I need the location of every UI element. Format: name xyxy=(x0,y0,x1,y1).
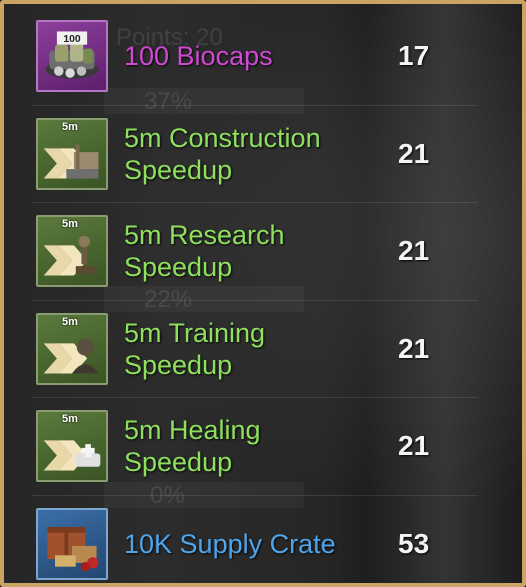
reward-count: 21 xyxy=(398,332,430,364)
biocaps-icon-badge: 100 xyxy=(63,34,81,45)
reward-row-construction-speedup[interactable]: 5m 5m Construction Speedup 21 xyxy=(32,106,478,203)
reward-row-healing-speedup[interactable]: 5m 5m Healing Speedup 21 xyxy=(32,398,478,496)
reward-count: 21 xyxy=(398,235,430,267)
supply-crate-icon xyxy=(36,508,108,581)
construction-speedup-icon: 5m xyxy=(36,117,108,190)
icon-badge: 5m xyxy=(62,120,78,133)
training-speedup-icon: 5m xyxy=(36,312,108,385)
reward-row-supply-crate[interactable]: 10K Supply Crate 53 xyxy=(32,496,478,584)
reward-count: 21 xyxy=(398,137,430,169)
biocaps-icon: 100 xyxy=(36,20,108,93)
reward-row-training-speedup[interactable]: 5m 5m Training Speedup 21 xyxy=(32,301,478,398)
reward-name: 100 Biocaps xyxy=(124,41,273,72)
reward-count: 53 xyxy=(398,528,430,560)
reward-name: 10K Supply Crate xyxy=(124,529,336,560)
reward-count: 21 xyxy=(398,430,430,462)
icon-badge: 5m xyxy=(62,218,78,231)
reward-name: 5m Healing Speedup xyxy=(124,415,261,478)
icon-badge: 5m xyxy=(62,413,78,426)
reward-row-research-speedup[interactable]: 5m 5m Research Speedup 21 xyxy=(32,203,478,301)
reward-name: 5m Construction Speedup xyxy=(124,122,321,185)
research-speedup-icon: 5m xyxy=(36,215,108,288)
reward-name: 5m Research Speedup xyxy=(124,220,285,283)
reward-list: 100 100 Biocaps 17 5m 5m Construction Sp… xyxy=(32,8,478,584)
reward-list-panel: Points: 20 37% 22% 0% 100 100 Biocaps 17… xyxy=(0,0,526,587)
healing-speedup-icon: 5m xyxy=(36,410,108,483)
reward-row-biocaps[interactable]: 100 100 Biocaps 17 xyxy=(32,8,478,106)
reward-name: 5m Training Speedup xyxy=(124,317,266,380)
icon-badge: 5m xyxy=(62,315,78,328)
reward-count: 17 xyxy=(398,40,430,72)
